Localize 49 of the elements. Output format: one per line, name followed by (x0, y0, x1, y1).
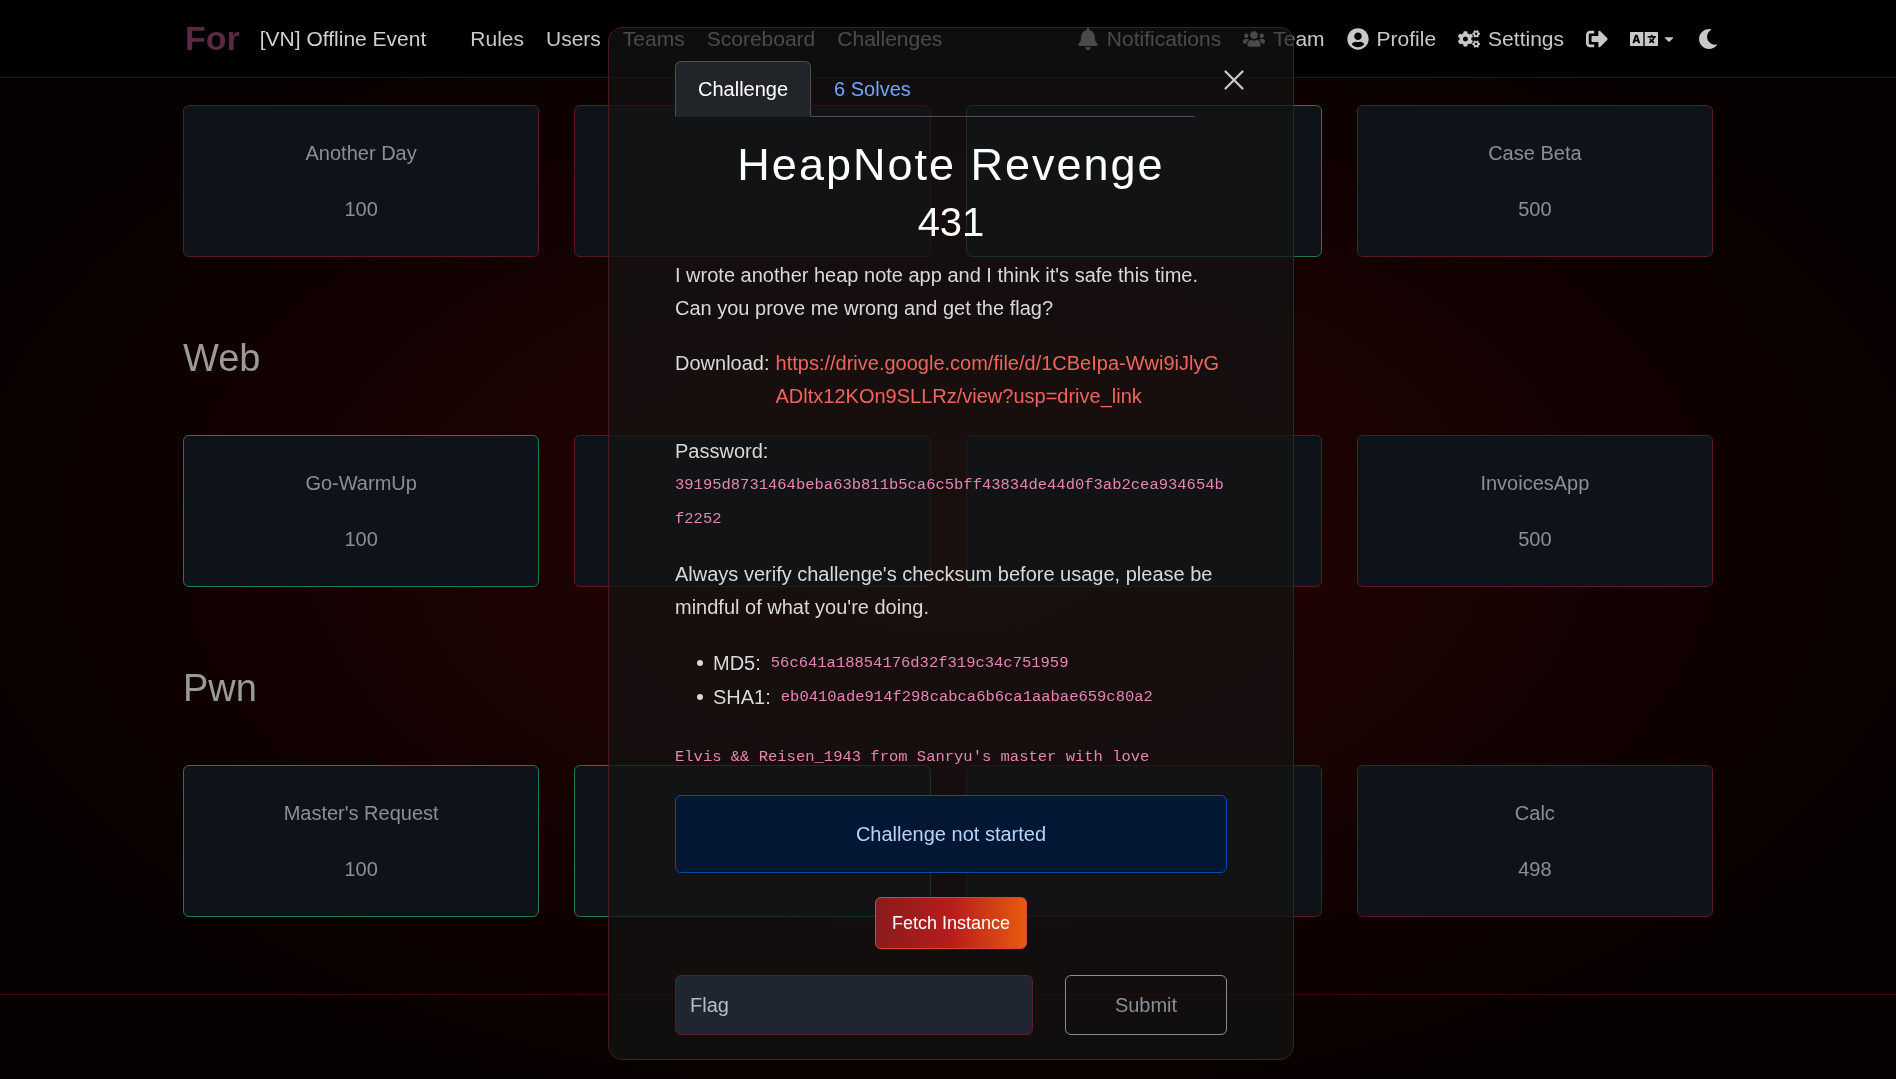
moon-icon[interactable] (1698, 28, 1718, 49)
user-icon (1346, 27, 1369, 50)
challenge-title: HeapNote Revenge (736, 138, 1166, 192)
submit-button[interactable]: Submit (1065, 975, 1227, 1036)
settings-icon (1458, 27, 1481, 50)
challenge-name: Case Beta (1488, 141, 1582, 166)
modal-tab[interactable]: 6 Solves (811, 61, 934, 117)
category-heading: Web (183, 336, 261, 381)
challenge-points: 100 (344, 197, 378, 222)
nav-link[interactable]: Users (546, 22, 601, 55)
challenge-card[interactable]: Master's Request 100 (183, 765, 540, 917)
challenge-name: InvoicesApp (1480, 471, 1590, 496)
bullet-icon (697, 694, 703, 700)
challenge-name: Go-WarmUp (305, 471, 417, 496)
challenge-points: 500 (1518, 197, 1552, 222)
nav-link[interactable]: Profile (1346, 22, 1437, 55)
challenge-name: Another Day (305, 141, 417, 166)
challenge-card[interactable]: Case Beta 500 (1356, 105, 1713, 257)
flag-input[interactable]: Flag (675, 975, 1033, 1036)
challenge-card[interactable]: Another Day 100 (183, 105, 540, 257)
challenge-name: Calc (1514, 801, 1555, 826)
description-text: Always verify challenge's checksum before usage, please be mindful of what you're doing. (675, 562, 1214, 620)
status-alert: Challenge not started (675, 795, 1227, 874)
download-link[interactable]: https://drive.google.com/file/d/1CBeIpa-Wwi9iJlyGADltx12KOn9SLLRz/view?usp=drive_link (775, 347, 1227, 413)
checksum-label: MD5: (713, 651, 761, 676)
challenge-points: 100 (344, 857, 378, 882)
download-label: Download: (675, 351, 770, 376)
challenge-points: 498 (1518, 857, 1552, 882)
password-hash: 39195d8731464beba63b811b5ca6c5bff43834de44d0f3ab2cea934654bf2252 (675, 475, 1225, 530)
description-text: I wrote another heap note app and I think it's safe this time. Can you prove me wrong and get the flag? (675, 263, 1200, 321)
nav-link[interactable]: Rules (470, 22, 524, 55)
challenge-points: 431 (916, 199, 986, 245)
site-brand[interactable]: [VN] Offline Event (259, 22, 427, 55)
checksum-value: 56c641a18854176d32f319c34c751959 (770, 653, 1069, 674)
modal-tab[interactable]: Challenge (675, 61, 812, 117)
bullet-icon (697, 660, 703, 666)
challenge-card[interactable]: Go-WarmUp 100 (183, 435, 540, 587)
checksum-label: SHA1: (713, 685, 771, 710)
challenge-card[interactable]: Calc 498 (1356, 765, 1713, 917)
challenge-points: 100 (344, 527, 378, 552)
challenge-card[interactable]: InvoicesApp 500 (1356, 435, 1713, 587)
challenge-name: Master's Request (283, 801, 439, 826)
checksum-value: eb0410ade914f298cabca6b6ca1aabae659c80a2 (780, 687, 1153, 708)
challenge-points: 500 (1518, 527, 1552, 552)
fetch-instance-button[interactable]: Fetch Instance (874, 897, 1028, 950)
nav-link[interactable]: Settings (1458, 22, 1564, 55)
category-heading: Pwn (183, 666, 257, 711)
password-label: Password: (675, 439, 770, 464)
signature-text: Elvis && Reisen_1943 from Sanryu's master with love (675, 747, 1151, 768)
